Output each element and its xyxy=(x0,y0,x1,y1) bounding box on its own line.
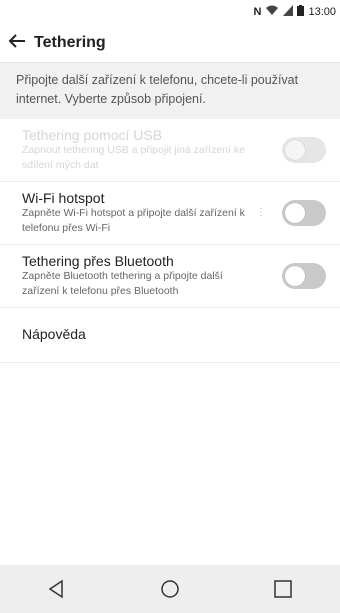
intro-text: Připojte další zařízení k telefonu, chce… xyxy=(0,62,340,119)
wifi-hotspot-toggle[interactable] xyxy=(282,200,326,226)
nfc-icon: N xyxy=(253,6,262,18)
toggle-knob xyxy=(285,203,305,223)
bluetooth-tethering-title: Tethering přes Bluetooth xyxy=(22,253,174,269)
wifi-hotspot-row[interactable]: Wi-Fi hotspot Zapněte Wi-Fi hotspot a př… xyxy=(0,182,340,245)
toggle-knob xyxy=(285,140,305,160)
bluetooth-tethering-toggle[interactable] xyxy=(282,263,326,289)
wifi-hotspot-subtitle: Zapněte Wi-Fi hotspot a připojte další z… xyxy=(22,207,245,234)
vertical-divider: ⋮ xyxy=(256,207,266,218)
clock: 13:00 xyxy=(308,6,336,18)
home-icon[interactable] xyxy=(150,569,190,609)
help-item[interactable]: Nápověda xyxy=(0,308,340,363)
wifi-signal-icon xyxy=(265,5,279,19)
app-bar: Tethering xyxy=(0,24,340,62)
bluetooth-tethering-row[interactable]: Tethering přes Bluetooth Zapněte Bluetoo… xyxy=(0,245,340,308)
recents-icon[interactable] xyxy=(263,569,303,609)
cell-signal-icon xyxy=(283,5,294,19)
usb-tethering-row: Tethering pomocí USB Zapnout tethering U… xyxy=(0,119,340,182)
back-icon[interactable] xyxy=(37,569,77,609)
usb-tethering-subtitle: Zapnout tethering USB a připojit jiná za… xyxy=(22,144,245,171)
status-bar: N 13:00 xyxy=(0,0,340,24)
usb-tethering-toggle xyxy=(282,137,326,163)
back-arrow-icon[interactable] xyxy=(8,33,30,53)
navigation-bar xyxy=(0,565,340,613)
page-title: Tethering xyxy=(34,34,106,51)
bluetooth-tethering-subtitle: Zapněte Bluetooth tethering a připojte d… xyxy=(22,270,223,297)
toggle-knob xyxy=(285,266,305,286)
battery-icon xyxy=(297,5,305,19)
usb-tethering-title: Tethering pomocí USB xyxy=(22,127,163,143)
wifi-hotspot-title: Wi-Fi hotspot xyxy=(22,190,105,206)
